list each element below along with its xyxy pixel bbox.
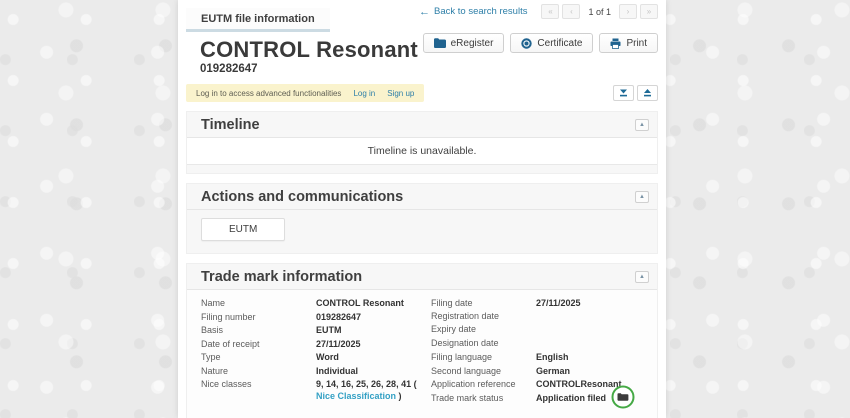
trademark-collapse-button[interactable]: ▲ [635,271,649,283]
login-notice-bar: Log in to access advanced functionalitie… [186,84,424,102]
print-label: Print [626,38,647,49]
login-row: Log in to access advanced functionalitie… [186,84,658,102]
certificate-button[interactable]: Certificate [510,33,593,53]
back-to-search-results-link[interactable]: Back to search results [434,6,527,17]
eregister-label: eRegister [451,38,494,49]
pager-next-button[interactable]: › [619,4,637,19]
field-basis: Basis EUTM [201,324,431,337]
field-label: Basis [201,325,316,335]
actions-collapse-button[interactable]: ▲ [635,191,649,203]
field-filing-number: Filing number 019282647 [201,311,431,324]
expand-all-sections-button[interactable] [637,85,658,101]
pager-counter: 1 of 1 [588,7,611,17]
status-text: Application filed [536,393,606,403]
certificate-label: Certificate [537,38,582,49]
login-notice-message: Log in to access advanced functionalitie… [196,89,341,98]
pager-first-button[interactable]: « [541,4,559,19]
eutm-tab-button[interactable]: EUTM [201,218,285,241]
field-label: Name [201,298,316,308]
collapse-all-sections-button[interactable] [613,85,634,101]
trademark-section-header: Trade mark information ▲ [187,264,657,290]
trademark-information-section: Trade mark information ▲ Name CONTROL Re… [186,263,658,418]
field-value: English [536,351,569,363]
field-label: Second language [431,366,536,376]
field-label: Type [201,352,316,362]
content-column: ← Back to search results « ‹ 1 of 1 › » … [178,0,666,418]
certificate-seal-icon [521,38,532,49]
actions-section-header: Actions and communications ▲ [187,184,657,210]
field-second-language: Second language German [431,365,643,378]
field-value: 019282647 [316,311,428,323]
field-label: Registration date [431,311,536,321]
field-label: Date of receipt [201,339,316,349]
top-navigation: ← Back to search results « ‹ 1 of 1 › » [419,4,658,19]
status-folder-icon [611,385,635,412]
arrow-to-bar-down-icon [619,86,628,101]
timeline-unavailable-message: Timeline is unavailable. [187,138,657,165]
log-in-link[interactable]: Log in [353,89,375,98]
nice-classes-suffix: ) [396,391,402,401]
trademark-fields: Name CONTROL Resonant Filing number 0192… [187,290,657,418]
field-label: Nice classes [201,379,316,389]
application-number: 019282647 [200,63,666,75]
timeline-section-footer [187,165,657,173]
trademark-section-title: Trade mark information [201,269,362,285]
field-value: EUTM [316,324,428,336]
field-filing-language: Filing language English [431,351,643,364]
actions-section-title: Actions and communications [201,189,403,205]
timeline-section: Timeline ▲ Timeline is unavailable. [186,111,658,174]
back-arrow-icon: ← [419,6,430,18]
nice-classes-numbers: 9, 14, 16, 25, 26, 28, 41 ( [316,379,417,389]
field-label: Application reference [431,379,536,389]
field-nature: Nature Individual [201,365,431,378]
expand-collapse-controls [613,85,658,101]
trademark-fields-left-column: Name CONTROL Resonant Filing number 0192… [201,297,431,418]
field-label: Filing date [431,298,536,308]
field-label: Trade mark status [431,393,536,403]
timeline-section-title: Timeline [201,117,260,133]
field-type: Type Word [201,351,431,364]
field-nice-classes: Nice classes 9, 14, 16, 25, 26, 28, 41 (… [201,378,431,402]
printer-icon [610,38,621,49]
field-value: CONTROL Resonant [316,297,428,309]
field-label: Filing number [201,312,316,322]
arrow-to-bar-up-icon [643,86,652,101]
field-value: 27/11/2025 [316,338,428,350]
sign-up-link[interactable]: Sign up [387,89,414,98]
field-value: Individual [316,365,428,377]
pager-last-button[interactable]: » [640,4,658,19]
field-value: German [536,365,570,377]
field-value: 27/11/2025 [536,297,581,309]
field-label: Designation date [431,338,536,348]
trademark-fields-right-column: Filing date 27/11/2025 Registration date… [431,297,643,418]
tab-eutm-file-information[interactable]: EUTM file information [186,8,330,32]
field-name: Name CONTROL Resonant [201,297,431,310]
print-button[interactable]: Print [599,33,658,53]
pager-prev-button[interactable]: ‹ [562,4,580,19]
field-registration-date: Registration date [431,311,643,324]
field-value: Word [316,351,428,363]
results-pager: « ‹ 1 of 1 › » [541,4,658,19]
document-action-buttons: eRegister Certificate Print [423,33,658,53]
field-filing-date: Filing date 27/11/2025 [431,297,643,310]
actions-section-body: EUTM [187,210,657,253]
field-designation-date: Designation date [431,338,643,351]
field-expiry-date: Expiry date [431,324,643,337]
field-value: CONTROLResonant [536,378,622,390]
timeline-section-header: Timeline ▲ [187,112,657,138]
folder-icon [434,38,446,48]
field-date-of-receipt: Date of receipt 27/11/2025 [201,338,431,351]
field-value: Application filed [536,392,635,405]
eregister-button[interactable]: eRegister [423,33,505,53]
actions-communications-section: Actions and communications ▲ EUTM [186,183,658,254]
nice-classification-link[interactable]: Nice Classification [316,391,396,401]
field-value: 9, 14, 16, 25, 26, 28, 41 ( Nice Classif… [316,378,428,402]
field-trade-mark-status: Trade mark status Application filed [431,392,643,405]
field-label: Filing language [431,352,536,362]
field-label: Expiry date [431,324,536,334]
timeline-collapse-button[interactable]: ▲ [635,119,649,131]
field-label: Nature [201,366,316,376]
